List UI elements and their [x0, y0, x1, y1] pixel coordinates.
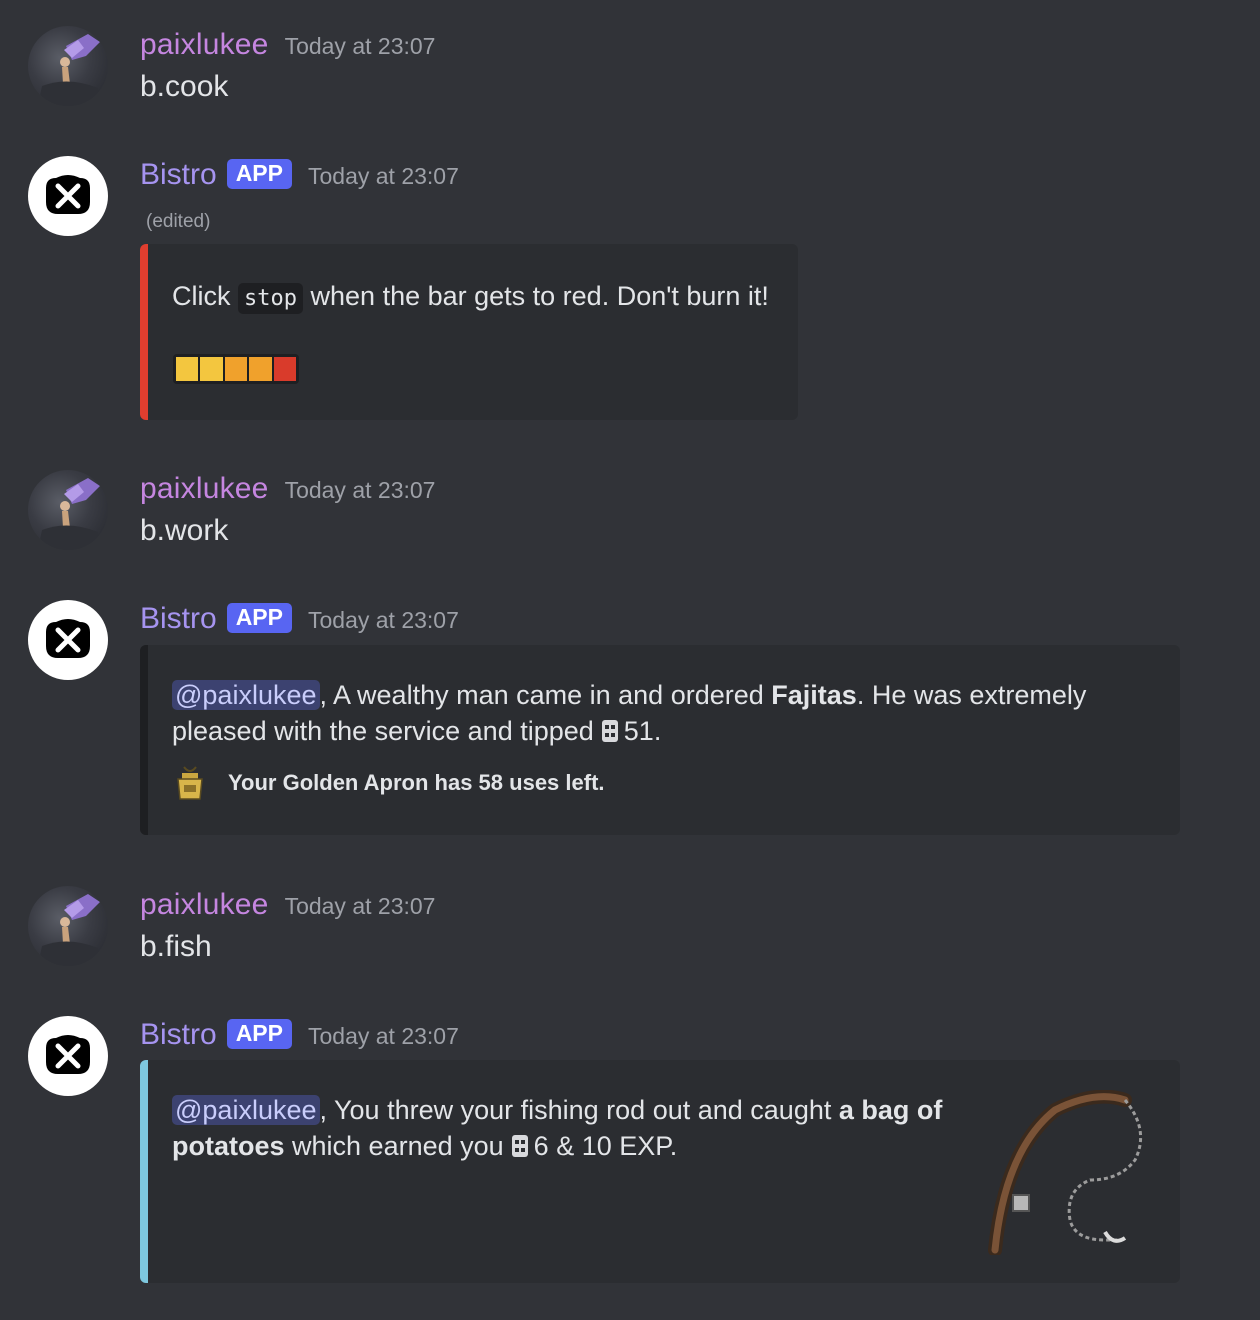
timestamp: Today at 23:07 [284, 33, 436, 59]
timestamp: Today at 23:07 [307, 1023, 459, 1049]
username[interactable]: paixlukee [140, 472, 269, 506]
user-mention[interactable]: @paixlukee [172, 1095, 320, 1125]
edited-label: (edited) [146, 211, 211, 232]
message-header: Bistro APP Today at 23:07 [140, 602, 459, 636]
bot-name[interactable]: Bistro [140, 1018, 217, 1052]
embed-text: , A wealthy man came in and ordered [319, 680, 764, 710]
user-avatar[interactable] [28, 886, 108, 966]
embed-text: which earned you [292, 1131, 504, 1161]
timestamp: Today at 23:07 [284, 893, 436, 919]
footer-text: Your Golden Apron has 58 uses left. [228, 770, 605, 795]
message-header: paixlukee Today at 23:07 [140, 888, 435, 922]
message-header: paixlukee Today at 23:07 [140, 28, 435, 62]
app-badge: APP [226, 603, 292, 633]
embed-text: Click [172, 281, 231, 311]
coin-icon [511, 1135, 528, 1157]
bot-name[interactable]: Bistro [140, 602, 217, 636]
embed-footer: Your Golden Apron has 58 uses left. [172, 765, 605, 801]
username[interactable]: paixlukee [140, 888, 269, 922]
embed-description: @paixlukee, A wealthy man came in and or… [172, 677, 1086, 749]
progress-segment [249, 357, 272, 381]
embed-text: pleased with the service and tipped [172, 716, 594, 746]
embed-text: when the bar gets to red. Don't burn it! [310, 281, 769, 311]
bistro-logo-icon [46, 619, 90, 658]
message-content: b.cook [140, 70, 229, 103]
dish-name: Fajitas [771, 680, 857, 710]
message-header: Bistro APP Today at 23:07 [140, 158, 459, 192]
app-badge: APP [226, 159, 292, 189]
timestamp: Today at 23:07 [307, 163, 459, 189]
message-content: b.work [140, 514, 229, 547]
fishing-rod-icon[interactable] [985, 1090, 1150, 1255]
chat-log: paixlukee Today at 23:07 b.cook Bistro A… [0, 0, 1260, 1320]
username[interactable]: paixlukee [140, 28, 269, 62]
embed-accent-bar [140, 244, 148, 420]
user-avatar[interactable] [28, 26, 108, 106]
progress-segment [200, 357, 223, 381]
timestamp: Today at 23:07 [284, 477, 436, 503]
progress-segment [273, 357, 297, 381]
bistro-avatar[interactable] [28, 156, 108, 236]
message-header: Bistro APP Today at 23:07 [140, 1018, 459, 1052]
progress-segment [224, 357, 248, 381]
progress-segment [176, 357, 199, 381]
work-embed: @paixlukee, A wealthy man came in and or… [140, 645, 1180, 835]
bistro-avatar[interactable] [28, 1016, 108, 1096]
stop-code: stop [238, 283, 303, 314]
embed-accent-bar [140, 1060, 148, 1283]
cook-embed: Click stop when the bar gets to red. Don… [140, 244, 798, 420]
timestamp: Today at 23:07 [307, 607, 459, 633]
reward-amount: 6 & 10 EXP. [533, 1131, 678, 1161]
app-badge: APP [226, 1019, 292, 1049]
embed-description: Click stop when the bar gets to red. Don… [172, 278, 769, 317]
bistro-avatar[interactable] [28, 600, 108, 680]
tip-amount: 51. [623, 716, 662, 746]
fish-embed: @paixlukee, You threw your fishing rod o… [140, 1060, 1180, 1283]
golden-apron-icon [177, 766, 203, 800]
message-content: b.fish [140, 930, 212, 963]
bistro-logo-icon [46, 175, 90, 214]
user-avatar[interactable] [28, 470, 108, 550]
catch-name: a bag of [838, 1095, 943, 1125]
catch-name: potatoes [172, 1131, 285, 1161]
coin-icon [601, 720, 618, 742]
cook-progress-bar [173, 354, 299, 384]
message-header: paixlukee Today at 23:07 [140, 472, 435, 506]
user-mention[interactable]: @paixlukee [172, 680, 320, 710]
bot-name[interactable]: Bistro [140, 158, 217, 192]
embed-text: , You threw your fishing rod out and cau… [319, 1095, 832, 1125]
embed-description: @paixlukee, You threw your fishing rod o… [172, 1092, 942, 1164]
bistro-logo-icon [46, 1035, 90, 1074]
embed-accent-bar [140, 645, 148, 835]
embed-text: . He was extremely [856, 680, 1087, 710]
